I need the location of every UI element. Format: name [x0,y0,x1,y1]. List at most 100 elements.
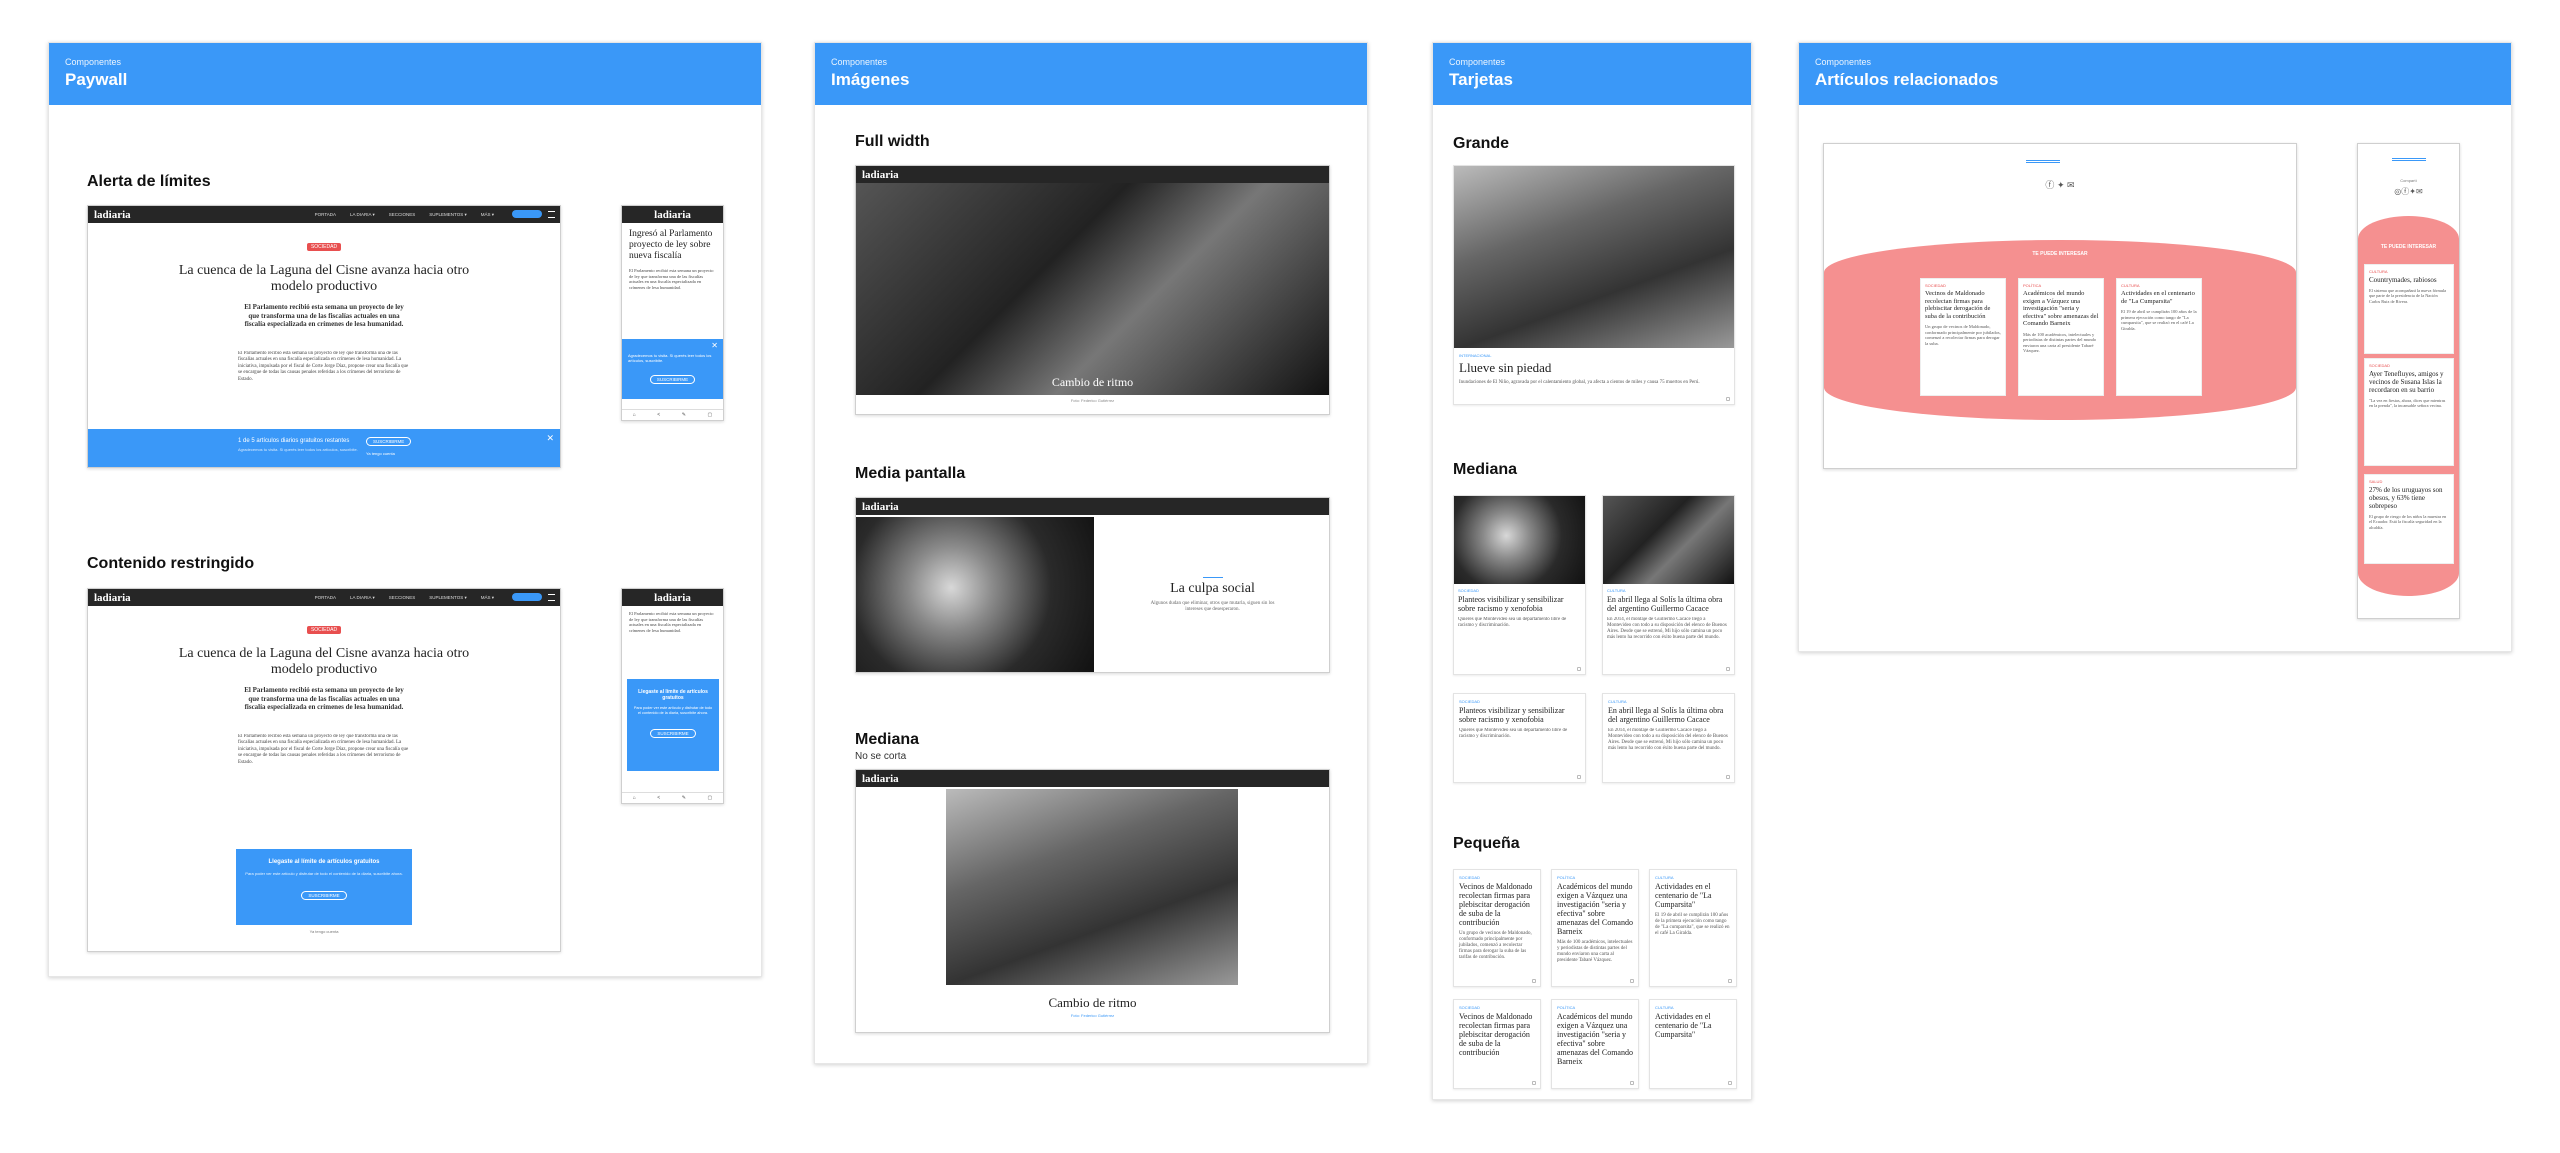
bookmark-icon[interactable] [1726,667,1730,671]
close-icon[interactable]: ✕ [546,433,554,444]
site-header: ladiaria PORTADA LA DIARIA ▾ SECCIONES S… [88,206,560,223]
nav-item[interactable]: SECCIONES [389,595,416,601]
card-medium[interactable]: SOCIEDAD Planteos visibilizar y sensibili… [1453,693,1586,783]
card-title: Vecinos de Maldonado recolectan firmas p… [1459,882,1533,927]
restricted-text: Para poder ver este artículo y disfrutar… [633,706,713,715]
card-small[interactable]: CULTURA Actividades en el centenario de "… [1649,999,1737,1089]
nav-item[interactable]: LA DIARIA ▾ [350,212,375,218]
panel-title: Tarjetas [1449,70,1513,89]
mail-icon[interactable]: ✉ [2416,187,2423,196]
card-category: SOCIEDAD [1459,699,1480,704]
related-card[interactable]: POLÍTICA Académicos del mundo exigen a Vá… [2018,278,2104,396]
menu-icon[interactable] [548,594,555,601]
label-mediana: Mediana [1453,461,1518,478]
nav-item[interactable]: SUPLEMENTOS ▾ [429,212,466,218]
card-text: "La vez en fiestas, ahora, dices que mie… [2369,398,2446,409]
card-title: Actividades en el centenario de "La Cump… [2121,290,2195,305]
panel-title: Artículos relacionados [1815,70,1999,89]
twitter-icon[interactable]: ✦ [2409,187,2416,196]
card-medium[interactable]: SOCIEDAD Planteos visibilizar y sensibili… [1453,495,1586,675]
site-logo: ladiaria [94,208,131,221]
card-category: SALUD [2369,479,2383,484]
site-header: ladiaria [856,498,1329,515]
related-card[interactable]: SOCIEDAD Vecinos de Maldonado recolectan … [1920,278,2006,396]
card-text: Más de 100 académicos, intelectuales y p… [1557,940,1633,963]
half-title: La culpa social [1170,581,1255,596]
imagenes-header: Componentes Imágenes [815,43,1367,105]
restricted-title: Llegaste al límite de artículos gratuito… [638,689,708,701]
edit-icon[interactable]: ✎ [682,795,686,801]
related-desktop-preview: ⓕ ✦ ✉ TE PUEDE INTERESAR SOCIEDAD Vecinos… [1823,143,2297,469]
home-icon[interactable]: ⌂ [633,795,636,801]
card-small[interactable]: CULTURA Actividades en el centenario de "… [1649,869,1737,987]
site-logo: ladiaria [654,591,691,604]
card-category: CULTURA [2369,269,2388,274]
facebook-icon[interactable]: ⓕ [2045,180,2054,190]
restricted-subscribe-button[interactable]: SUSCRIBIRME [301,891,347,900]
nav-item[interactable]: SUPLEMENTOS ▾ [429,595,466,601]
card-small[interactable]: POLÍTICA Académicos del mundo exigen a Vá… [1551,869,1639,987]
site-header: ladiaria [856,770,1329,787]
subscribe-button[interactable] [512,210,542,218]
limit-alert-box: Agradecemos tu visita. Si querés leer to… [622,339,723,399]
card-category: CULTURA [1655,875,1674,880]
nav-item[interactable]: LA DIARIA ▾ [350,595,375,601]
login-link[interactable]: Ya tengo cuenta [236,929,412,934]
nav-item[interactable]: SECCIONES [389,212,416,218]
bookmark-icon[interactable] [1630,1081,1634,1085]
related-card[interactable]: CULTURA Countrymades, rabiosos El sistema … [2364,264,2454,354]
twitter-icon[interactable]: ✦ [2057,180,2065,190]
card-large[interactable]: INTERNACIONAL Llueve sin piedad Inundaci… [1453,165,1735,405]
share-icon[interactable]: < [657,412,660,418]
alert-login-link[interactable]: Ya tengo cuenta [366,451,395,456]
bookmark-icon[interactable] [1726,397,1730,401]
home-icon[interactable]: ⌂ [633,412,636,418]
bookmark-icon[interactable] [1532,1081,1536,1085]
site-header: ladiaria [856,166,1329,183]
label-full-width: Full width [855,133,930,150]
edit-icon[interactable]: ✎ [682,412,686,418]
tabs-icon[interactable]: ▢ [707,795,712,801]
card-photo [1454,496,1585,584]
bookmark-icon[interactable] [1630,979,1634,983]
panel-kicker: Componentes [65,57,122,67]
card-small[interactable]: SOCIEDAD Vecinos de Maldonado recolectan … [1453,869,1541,987]
alert-subscribe-button[interactable]: SUSCRIBIRME [649,375,696,384]
related-card[interactable]: CULTURA Actividades en el centenario de "… [2116,278,2202,396]
bookmark-icon[interactable] [1577,775,1581,779]
bookmark-icon[interactable] [1532,979,1536,983]
card-category: INTERNACIONAL [1459,353,1492,358]
card-text: El 19 de abril se cumplirán 100 años de … [1655,913,1730,936]
nav-item[interactable]: MÁS ▾ [481,595,494,601]
bookmark-icon[interactable] [1577,667,1581,671]
card-text: El 19 de abril se cumplirán 100 años de … [2121,309,2197,331]
imagenes-panel: Componentes Imágenes Full width ladiaria… [814,42,1368,1064]
card-small[interactable]: POLÍTICA Académicos del mundo exigen a Vá… [1551,999,1639,1089]
divider-ornament [2392,158,2426,161]
related-card[interactable]: SOCIEDAD Ayer Tenefluyes, amigos y vecino… [2364,358,2454,466]
menu-icon[interactable] [548,211,555,218]
related-card[interactable]: SALUD 27% de los uruguayos son obesos, y … [2364,474,2454,564]
card-body: CULTURA En abril llega al Solís la última… [1603,584,1734,645]
nav-item[interactable]: PORTADA [315,212,336,218]
panel-kicker: Componentes [831,57,888,67]
close-icon[interactable]: ✕ [711,341,718,350]
subscribe-button[interactable] [512,593,542,601]
restricted-subscribe-button[interactable]: SUSCRIBIRME [650,729,696,738]
card-category: SOCIEDAD [1925,283,1946,288]
nav-item[interactable]: PORTADA [315,595,336,601]
alert-subscribe-button[interactable]: SUSCRIBIRME [366,437,412,446]
share-icon[interactable]: < [657,795,660,801]
panel-kicker: Componentes [1815,57,1872,67]
mail-icon[interactable]: ✉ [2067,180,2075,190]
card-small[interactable]: SOCIEDAD Vecinos de Maldonado recolectan … [1453,999,1541,1089]
bookmark-icon[interactable] [1726,775,1730,779]
card-title: Llueve sin piedad [1459,360,1552,375]
nav-item[interactable]: MÁS ▾ [481,212,494,218]
tabs-icon[interactable]: ▢ [707,412,712,418]
restricted-box: Llegaste al límite de artículos gratuito… [236,849,412,925]
bookmark-icon[interactable] [1728,1081,1732,1085]
bookmark-icon[interactable] [1728,979,1732,983]
card-medium[interactable]: CULTURA En abril llega al Solís la última… [1602,495,1735,675]
card-medium[interactable]: CULTURA En abril llega al Solís la última… [1602,693,1735,783]
